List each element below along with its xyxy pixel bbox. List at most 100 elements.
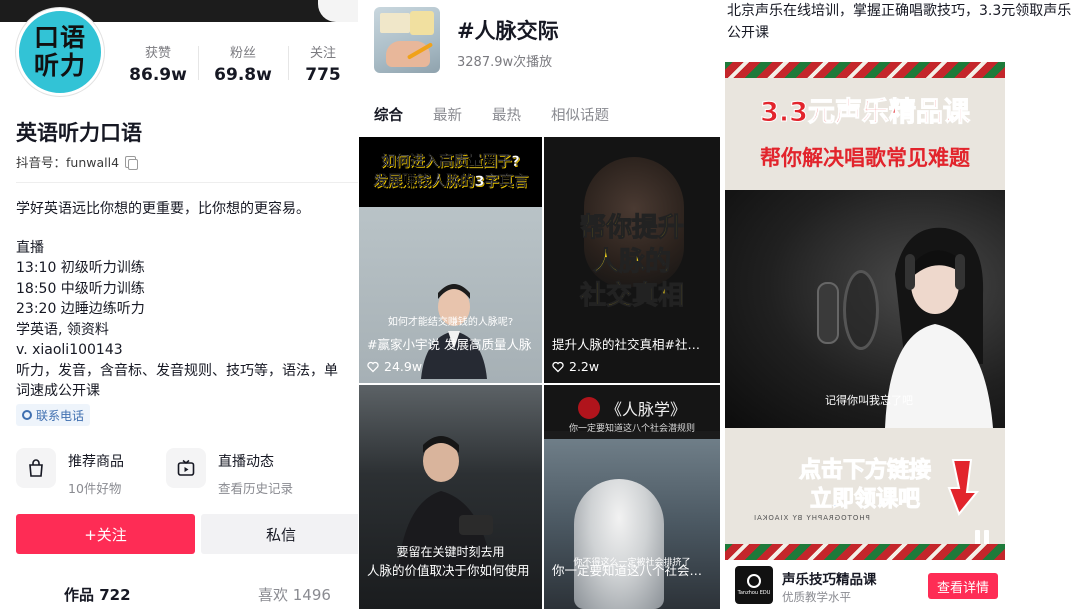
- shopping-bag-icon: [16, 448, 56, 488]
- stat-value: 69.8w: [214, 65, 272, 85]
- tab-likes[interactable]: 喜欢 1496: [258, 584, 331, 605]
- watermark-text: PHOTOGRAPHY BY XIAOKAI: [753, 514, 870, 522]
- tab-hottest[interactable]: 最热: [492, 104, 521, 125]
- stat-value: 775: [305, 65, 341, 85]
- headline-line: 人脉的: [592, 247, 671, 278]
- tab-latest[interactable]: 最新: [433, 104, 462, 125]
- video-caption: 你一定要知道这八个社会潜规则: [552, 563, 712, 578]
- headline-line: 社交真相: [579, 281, 684, 312]
- video-card[interactable]: 《人脉学》 你一定要知道这八个社会潜规则 你不得这么一定被社会排挤了 你一定要知…: [544, 385, 720, 609]
- like-count: 24.9w: [384, 359, 423, 374]
- profile-bio: 学好英语远比你想的更重要，比你想的更容易。 直播 13:10 初级听力训练 18…: [16, 199, 358, 402]
- microphone-icon: [817, 282, 839, 344]
- video-thumbnail: [544, 439, 720, 609]
- avatar-text-line1: 口语: [33, 23, 86, 52]
- tab-general[interactable]: 综合: [374, 104, 403, 125]
- feature-title: 推荐商品: [68, 454, 124, 470]
- stripe-border: [725, 62, 1005, 78]
- ad-subheadline: 帮你解决唱歌常见难题: [760, 146, 970, 170]
- stat-label: 粉丝: [229, 46, 256, 61]
- bio-line: [16, 220, 358, 238]
- like-count: 2.2w: [569, 359, 600, 374]
- heart-icon: [367, 361, 379, 372]
- banner-subtitle: 你一定要知道这八个社会潜规则: [568, 424, 695, 434]
- link-icon: [19, 407, 35, 423]
- ad-headline: 3.3元声乐精品课: [760, 97, 971, 129]
- avatar[interactable]: 口语 听力: [16, 8, 104, 96]
- stat-followers[interactable]: 粉丝 69.8w: [198, 42, 288, 85]
- pop-filter: [843, 270, 879, 350]
- bio-line: 听力，发音，含音标、发音规则、技巧等，语法，单: [16, 362, 338, 379]
- topic-filter-tabs: 综合 最新 最热 相似话题: [374, 104, 609, 125]
- feature-subtitle: 查看历史记录: [218, 481, 294, 496]
- ad-footer: Tanzhou EDU 声乐技巧精品课 优质教学水平 查看详情: [725, 562, 1005, 607]
- video-headline: 如何进入高质量圈子? 发展赚钱人脉的3字真言: [359, 137, 542, 207]
- ad-video[interactable]: 3.3元声乐精品课 帮你解决唱歌常见难题 记得你叫我忘了吧 点击下方链接 立即领…: [725, 62, 1005, 560]
- ad-panel: 北京声乐在线培训，掌握正确唱歌技巧，3.3元领取声乐公开课 3.3元声乐精品课 …: [721, 0, 1080, 609]
- feature-subtitle: 10件好物: [68, 481, 122, 496]
- brand-logo[interactable]: Tanzhou EDU: [735, 566, 773, 604]
- bio-line: 直播: [16, 239, 44, 256]
- headline-line: 发展赚钱人脉的3字真言: [372, 174, 529, 190]
- tv-icon: [166, 448, 206, 488]
- feature-title: 直播动态: [218, 454, 274, 470]
- divider: [16, 182, 358, 183]
- stat-following[interactable]: 关注 775: [288, 42, 358, 85]
- follow-button[interactable]: +关注: [16, 514, 195, 554]
- topic-thumbnail: [374, 7, 440, 73]
- video-subtitle: 要留在关键时刻去用: [396, 545, 505, 559]
- arrow-down-icon: [947, 459, 979, 516]
- video-caption: 人脉的价值取决于你如何使用: [367, 563, 530, 578]
- ad-lyric: 记得你叫我忘了吧: [825, 394, 913, 407]
- profile-name: 英语听力口语: [16, 121, 142, 145]
- bio-line: 学英语, 领资料: [16, 321, 109, 338]
- contact-phone-chip[interactable]: 联系电话: [16, 404, 91, 426]
- bio-line: 18:50 中级听力训练: [16, 280, 145, 297]
- video-thumbnail: [359, 207, 542, 383]
- video-card[interactable]: 如何进入高质量圈子? 发展赚钱人脉的3字真言 如何才能结交赚钱的人脉呢? #赢家…: [359, 137, 542, 383]
- ad-name: 声乐技巧精品课: [782, 572, 877, 588]
- topic-panel: #人脉交际 3287.9w次播放 综合 最新 最热 相似话题 如何进入高质量圈子…: [359, 0, 720, 609]
- stat-likes[interactable]: 获赞 86.9w: [118, 42, 198, 85]
- topic-title: #人脉交际: [457, 19, 559, 43]
- video-subtitle: 如何才能结交赚钱的人脉呢?: [387, 317, 514, 328]
- bio-line: 13:10 初级听力训练: [16, 260, 145, 276]
- view-details-button[interactable]: 查看详情: [928, 573, 998, 599]
- video-card[interactable]: 要留在关键时刻去用 人脉的价值取决于你如何使用: [359, 385, 542, 609]
- stripe-border: [725, 544, 1005, 560]
- stat-label: 关注: [309, 46, 336, 61]
- tab-works[interactable]: 作品 722: [64, 584, 131, 605]
- douyin-id-text: 抖音号：funwall4: [16, 155, 120, 170]
- ad-video-frame: 记得你叫我忘了吧: [725, 190, 1005, 428]
- avatar-text-line2: 听力: [33, 51, 86, 80]
- bio-line: 学好英语远比你想的更重要，比你想的更容易。: [16, 201, 310, 217]
- profile-stats: 获赞 86.9w 粉丝 69.8w 关注 775: [118, 42, 358, 85]
- contact-phone-label: 联系电话: [36, 408, 85, 423]
- headline-line: 如何进入高质量圈子?: [381, 154, 520, 170]
- headline-line: 帮你提升: [579, 213, 684, 244]
- stat-label: 获赞: [144, 46, 171, 61]
- bio-line: v. xiaoli100143: [16, 342, 123, 358]
- ad-tagline: 优质教学水平: [782, 590, 851, 604]
- recommended-products[interactable]: 推荐商品 10件好物: [16, 448, 124, 497]
- video-likes: 2.2w: [552, 359, 599, 374]
- video-likes: 24.9w: [367, 359, 422, 374]
- copy-icon[interactable]: [125, 155, 139, 170]
- message-button[interactable]: 私信: [201, 514, 358, 554]
- profile-panel: 口语 听力 获赞 86.9w 粉丝 69.8w 关注 775 英语听力口语 抖音…: [0, 0, 358, 609]
- heart-icon: [552, 361, 564, 372]
- stat-value: 86.9w: [129, 65, 187, 85]
- person-image: [421, 284, 487, 379]
- brand-logo-text: Tanzhou EDU: [737, 590, 771, 596]
- video-card[interactable]: 帮你提升 人脉的 社交真相 提升人脉的社交真相#社交技巧 2.2w: [544, 137, 720, 383]
- banner-title: 《人脉学》: [605, 400, 686, 419]
- douyin-id: 抖音号：funwall4: [16, 152, 139, 171]
- ad-description: 北京声乐在线培训，掌握正确唱歌技巧，3.3元领取声乐公开课: [727, 3, 1072, 41]
- live-updates[interactable]: 直播动态 查看历史记录: [166, 448, 293, 497]
- topic-play-count: 3287.9w次播放: [457, 55, 553, 70]
- video-caption: 提升人脉的社交真相#社交技巧: [552, 337, 712, 352]
- bio-line: 词速成公开课: [16, 383, 100, 399]
- logo-icon: [577, 397, 600, 419]
- video-caption: #赢家小宇说 发展高质量人脉: [367, 337, 532, 352]
- tab-similar-topics[interactable]: 相似话题: [551, 104, 609, 125]
